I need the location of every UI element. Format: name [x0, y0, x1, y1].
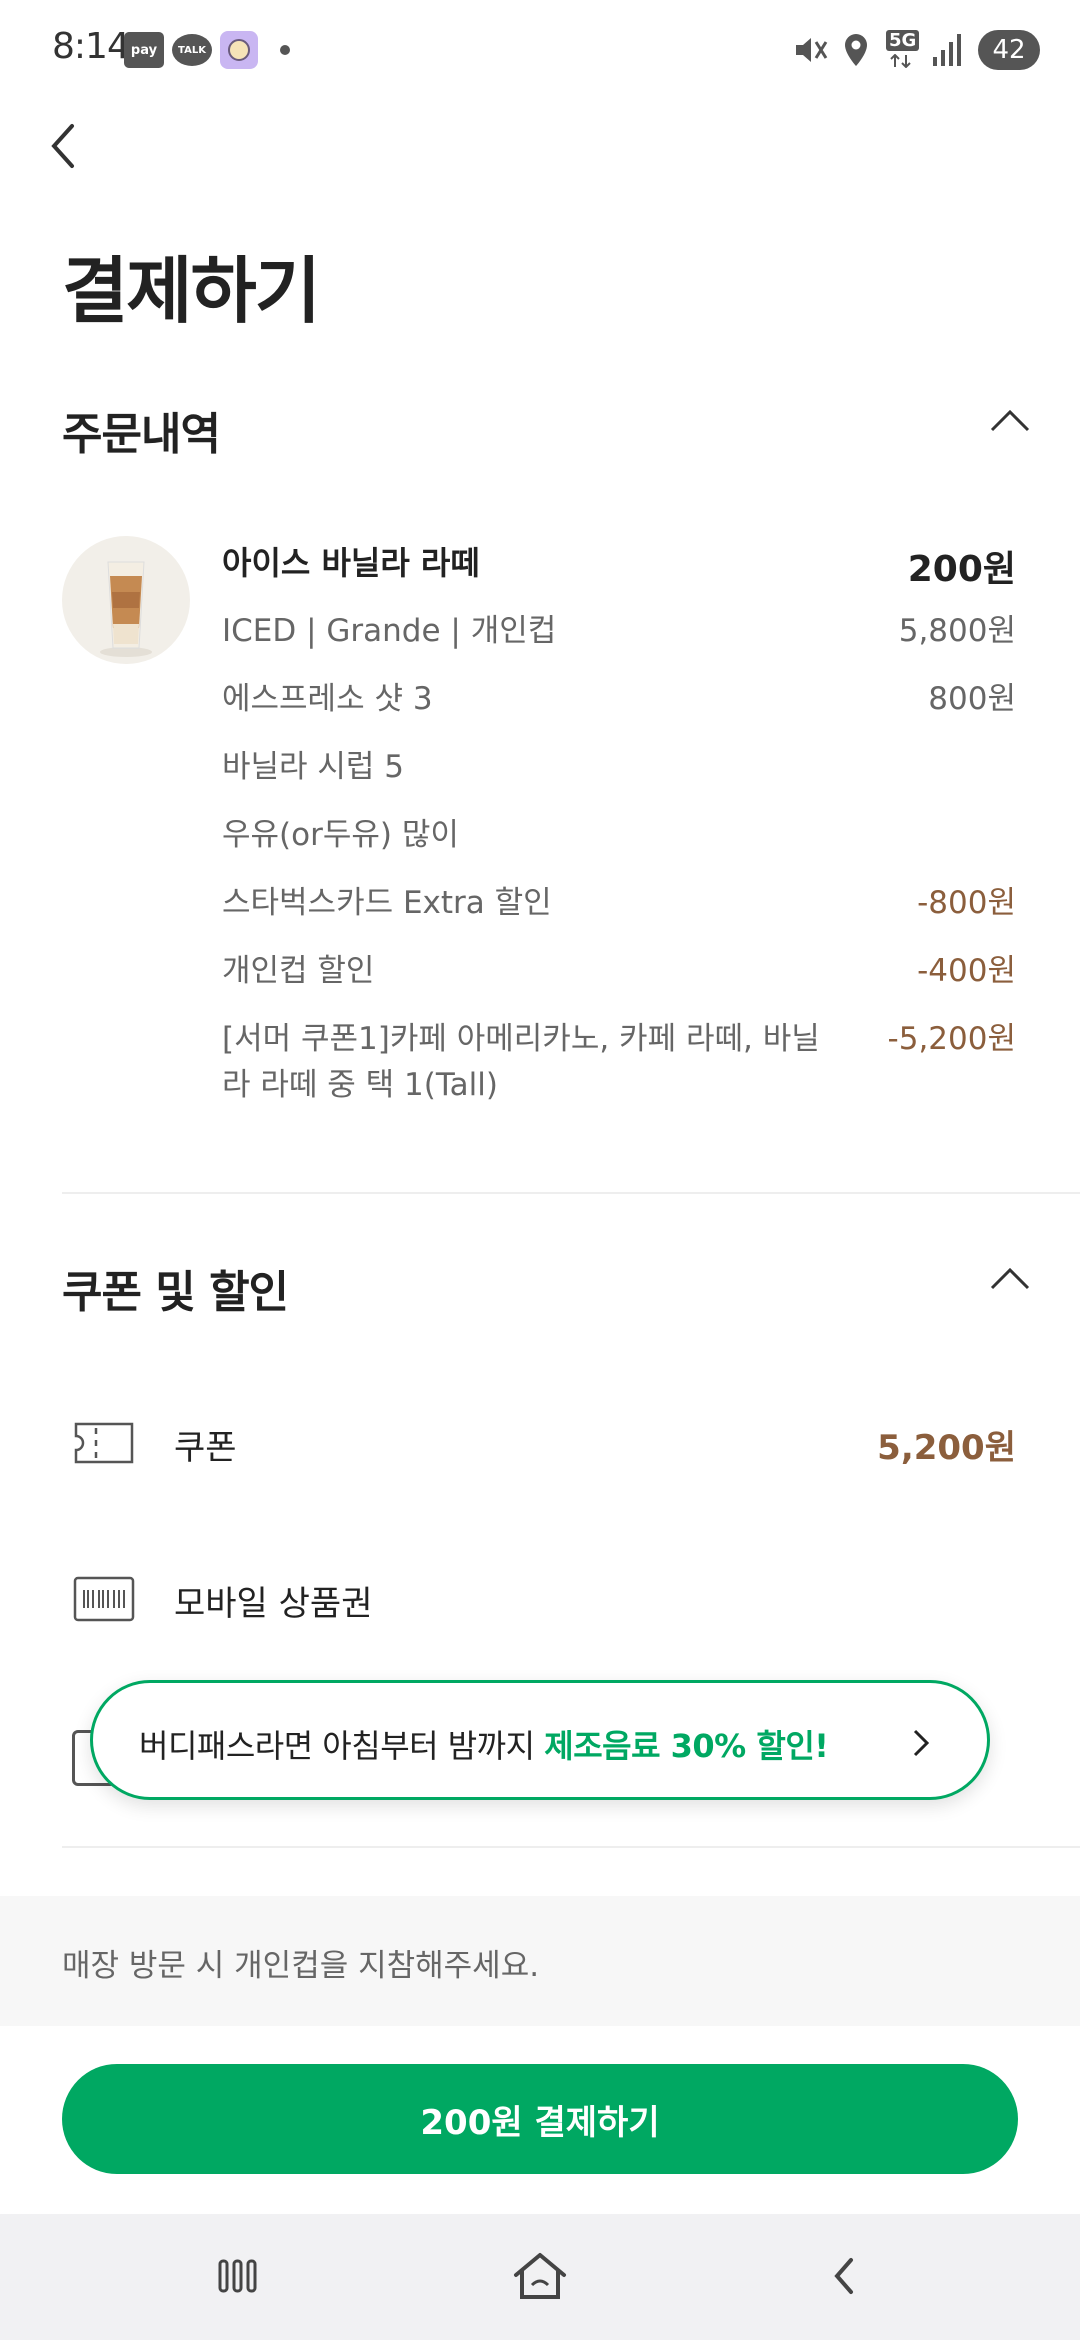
product-image [62, 536, 190, 664]
item-option-label: 에스프레소 샷 3 [222, 681, 433, 717]
5g-icon: 5G [884, 30, 920, 70]
coupon-ticket-icon [74, 1422, 134, 1464]
chevron-up-icon[interactable] [988, 406, 1032, 436]
gift-card-row[interactable]: 모바일 상품권 [62, 1560, 1016, 1640]
back-icon[interactable] [44, 118, 84, 174]
item-option-price: 800원 [928, 681, 1016, 717]
promo-text: 버디패스라면 아침부터 밤까지 제조음료 30% 할인! [139, 1721, 829, 1767]
home-icon [514, 2253, 566, 2299]
status-time: 8:14 [52, 26, 130, 67]
chevron-up-icon[interactable] [988, 1264, 1032, 1294]
item-option-row: 개인컵 할인 -400원 [222, 948, 1016, 994]
talk-icon: TALK [172, 34, 212, 66]
item-option-row: 우유(or두유) 많이 [222, 812, 1016, 858]
page-title: 결제하기 [62, 249, 321, 333]
status-bar: 8:14 pay TALK 5G 42 [0, 0, 1080, 100]
barcode-card-icon [73, 1576, 135, 1622]
status-icons: 5G 42 [792, 28, 1040, 72]
promo-text-prefix: 버디패스라면 아침부터 밤까지 [139, 1727, 545, 1765]
item-option-price: -800원 [917, 885, 1016, 921]
system-nav-bar [0, 2214, 1080, 2340]
item-option-label: ICED | Grande | 개인컵 [222, 613, 557, 649]
order-section-title: 주문내역 [62, 409, 221, 460]
item-coupon-row: [서머 쿠폰1]카페 아메리카노, 카페 라떼, 바닐라 라떼 중 택 1(Ta… [222, 1016, 1016, 1108]
avatar-icon [220, 31, 258, 69]
recent-apps-icon [218, 2259, 257, 2293]
system-back-button[interactable] [804, 2244, 884, 2308]
promo-highlight: 제조음료 30% 할인! [544, 1727, 829, 1765]
promo-banner[interactable]: 버디패스라면 아침부터 밤까지 제조음료 30% 할인! [90, 1680, 990, 1800]
location-icon [845, 34, 867, 66]
mute-icon [796, 38, 828, 62]
item-coupon-price: -5,200원 [887, 1021, 1016, 1057]
coupon-label: 쿠폰 [174, 1428, 237, 1468]
order-section-header[interactable]: 주문내역 [62, 398, 1032, 468]
item-coupon-label: [서머 쿠폰1]카페 아메리카노, 카페 라떼, 바닐라 라떼 중 택 1(Ta… [222, 1021, 820, 1103]
network-label: 5G [886, 30, 920, 51]
coupon-value: 5,200원 [877, 1428, 1016, 1468]
item-option-label: 스타벅스카드 Extra 할인 [222, 885, 552, 921]
item-option-row: ICED | Grande | 개인컵 5,800원 [222, 608, 1016, 654]
item-option-label: 개인컵 할인 [222, 953, 375, 989]
gift-card-label: 모바일 상품권 [174, 1584, 373, 1624]
item-option-row: 스타벅스카드 Extra 할인 -800원 [222, 880, 1016, 926]
notification-dot-icon [280, 45, 290, 55]
item-name: 아이스 바닐라 라떼 [222, 544, 480, 582]
signal-icon [933, 34, 961, 66]
item-option-label: 우유(or두유) 많이 [222, 817, 459, 853]
home-button[interactable] [500, 2244, 580, 2308]
battery-icon: 42 [978, 30, 1040, 70]
coupon-row[interactable]: 쿠폰 5,200원 [62, 1404, 1016, 1484]
item-total: 200원 [907, 549, 1016, 590]
item-option-row: 에스프레소 샷 3 800원 [222, 676, 1016, 722]
pay-button[interactable]: 200원 결제하기 [62, 2064, 1018, 2174]
discount-section-header[interactable]: 쿠폰 및 할인 [62, 1256, 1032, 1326]
item-option-price: -400원 [917, 953, 1016, 989]
notice-box: 매장 방문 시 개인컵을 지참해주세요. [0, 1896, 1080, 2026]
notice-text: 매장 방문 시 개인컵을 지참해주세요. [62, 1948, 540, 1984]
item-option-price: 5,800원 [898, 613, 1016, 649]
section-divider [62, 1192, 1080, 1194]
recent-apps-button[interactable] [198, 2244, 278, 2308]
section-divider [62, 1846, 1080, 1848]
system-back-icon [834, 2258, 853, 2294]
item-option-label: 바닐라 시럽 5 [222, 749, 405, 785]
chevron-right-icon [913, 1729, 930, 1757]
pay-icon: pay [124, 32, 164, 68]
item-option-row: 바닐라 시럽 5 [222, 744, 1016, 790]
discount-section-title: 쿠폰 및 할인 [62, 1267, 289, 1318]
